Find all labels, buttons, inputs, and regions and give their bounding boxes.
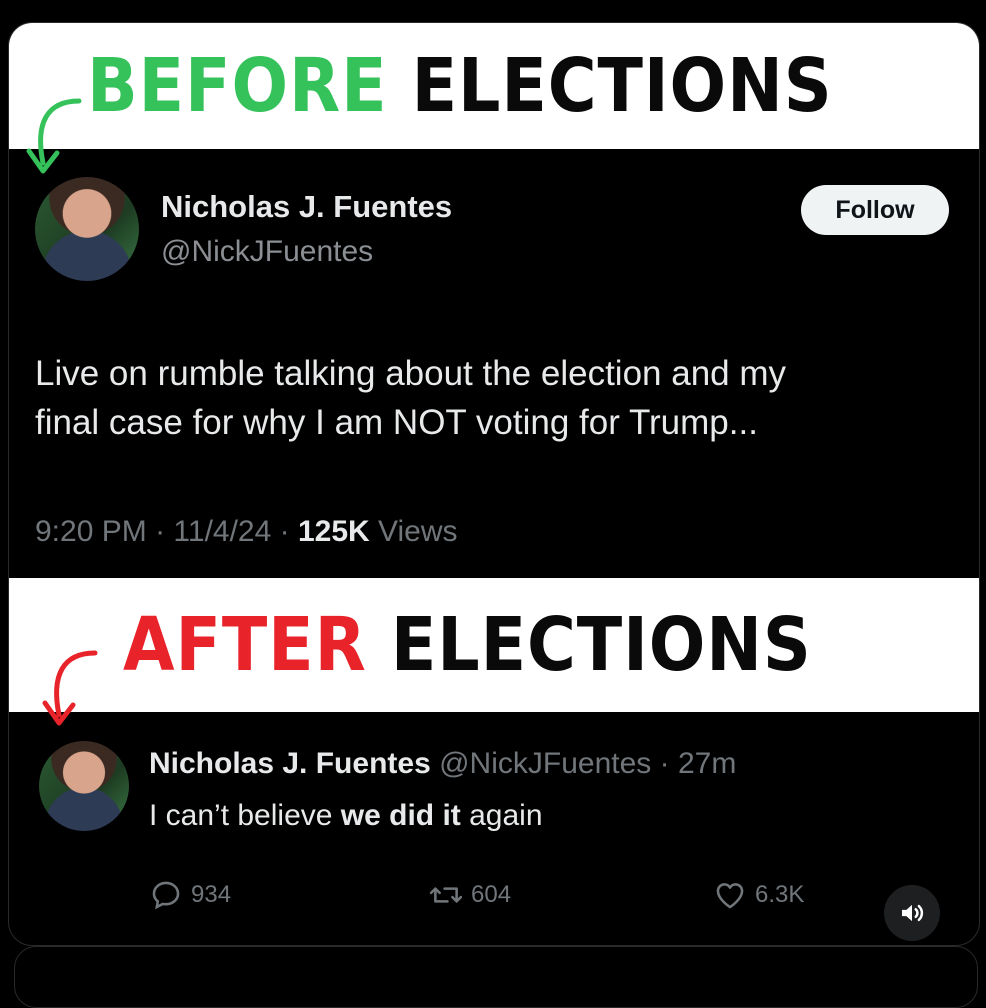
after-elections-banner: AFTER ELECTIONS (9, 578, 979, 712)
retweet-icon (429, 887, 463, 903)
after-banner-title: AFTER ELECTIONS (123, 602, 812, 688)
tweet-text-part: again (460, 799, 543, 832)
before-banner-title: BEFORE ELECTIONS (87, 43, 833, 129)
author-name[interactable]: Nicholas J. Fuentes (161, 189, 452, 225)
retweet-count: 604 (471, 881, 512, 908)
tweet-text-line: final case for why I am NOT voting for T… (35, 403, 758, 442)
tweet-meta: 9:20 PM · 11/4/24 · 125K Views (35, 515, 458, 549)
like-icon (716, 883, 744, 909)
separator: · (155, 515, 166, 548)
sound-toggle-button[interactable] (884, 885, 940, 941)
tweet-text-line: Live on rumble talking about the electio… (35, 354, 787, 393)
sound-icon (902, 904, 924, 922)
after-word: AFTER (123, 602, 367, 688)
before-elections-banner: BEFORE ELECTIONS (9, 23, 979, 149)
next-post-card[interactable] (14, 946, 978, 1008)
separator: · (659, 747, 670, 780)
author-name[interactable]: Nicholas J. Fuentes (149, 747, 431, 780)
before-word: BEFORE (87, 43, 388, 129)
curved-arrow-icon (26, 98, 82, 174)
avatar[interactable] (39, 741, 129, 831)
reply-action[interactable]: 934 (149, 878, 231, 912)
curved-arrow-icon (42, 650, 98, 726)
like-count: 6.3K (755, 881, 805, 908)
reply-icon (152, 881, 180, 910)
reply-header: Nicholas J. Fuentes @NickJFuentes · 27m (149, 747, 736, 781)
views-label: Views (378, 515, 458, 548)
tweet-time[interactable]: 9:20 PM (35, 515, 147, 548)
author-handle[interactable]: @NickJFuentes (439, 747, 651, 780)
elections-word: ELECTIONS (411, 43, 833, 129)
tweet-text-bold: we did it (340, 799, 461, 832)
elections-word: ELECTIONS (390, 602, 812, 688)
separator: · (279, 515, 290, 548)
retweet-action[interactable]: 604 (429, 878, 511, 912)
screenshot-card: BEFORE ELECTIONS Nicholas J. Fuentes @Ni… (8, 22, 980, 946)
author-handle[interactable]: @NickJFuentes (161, 235, 373, 269)
tweet-date[interactable]: 11/4/24 (173, 515, 271, 548)
tweet-text: Live on rumble talking about the electio… (35, 349, 955, 447)
tweet-text-part: I can’t believe (149, 799, 341, 832)
reply-count: 934 (191, 881, 232, 908)
like-action[interactable]: 6.3K (713, 878, 804, 912)
tweet-age[interactable]: 27m (678, 747, 736, 780)
follow-button[interactable]: Follow (801, 185, 949, 235)
tweet-text: I can’t believe we did it again (149, 799, 543, 833)
avatar[interactable] (35, 177, 139, 281)
views-count: 125K (297, 515, 370, 548)
